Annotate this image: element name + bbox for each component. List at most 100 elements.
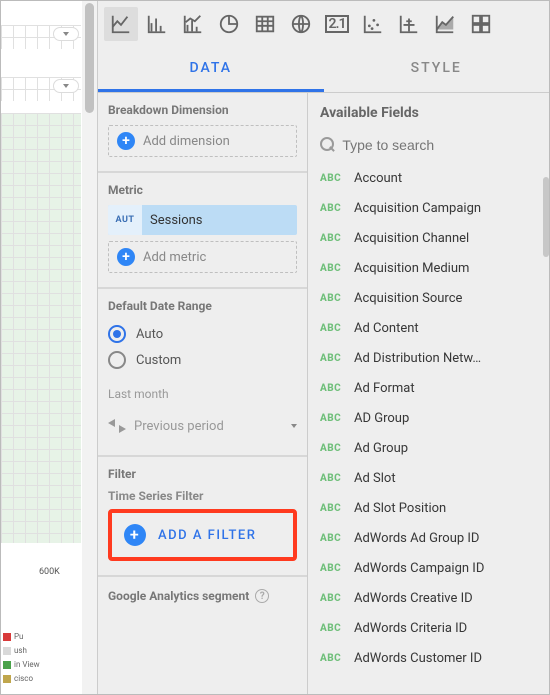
widget-menu[interactable] [53,27,79,41]
metric-name: Sessions [142,213,211,228]
field-item[interactable]: ABC AdWords Customer ID [308,643,543,673]
add-metric-button[interactable]: + Add metric [108,241,297,273]
legend-item: ush [1,644,81,658]
chart-type-bar[interactable] [140,7,174,41]
radio-auto[interactable]: Auto [108,321,297,347]
bullet-icon [398,13,420,35]
field-item[interactable]: ABCAccount [308,163,543,193]
field-item[interactable]: ABCAd Slot Position [308,493,543,523]
field-name: Acquisition Channel [354,231,469,246]
radio-label: Auto [136,327,163,342]
widget-menu[interactable] [53,79,79,93]
field-item[interactable]: ABCAcquisition Channel [308,223,543,253]
chart-type-pie[interactable] [212,7,246,41]
field-item[interactable]: ABC Acquisition Medium [308,253,543,283]
comparison-select[interactable]: Previous period [108,411,297,441]
field-type-badge: ABC [320,203,344,214]
add-filter-button[interactable]: + ADD A FILTER [116,517,289,553]
chart-type-area[interactable] [428,7,462,41]
radio-icon [108,325,126,343]
section-title: Filter [108,467,297,481]
field-name: Acquisition Source [354,291,462,306]
chart-type-bullet[interactable] [392,7,426,41]
field-type-badge: ABC [320,563,344,574]
tab-style[interactable]: STYLE [324,47,550,92]
filter-subtitle: Time Series Filter [108,489,297,503]
chevron-down-icon [63,32,69,36]
field-search-input[interactable] [342,137,537,153]
legend-label: Pu [14,630,23,644]
field-search[interactable] [308,127,549,163]
scorecard-icon: 2.1 [325,15,350,33]
field-item[interactable]: ABCAdWords Campaign ID [308,553,543,583]
chart-type-scatter[interactable] [356,7,390,41]
canvas-scrollbar[interactable] [82,1,98,694]
radio-icon [108,351,126,369]
chart-type-scorecard[interactable]: 2.1 [320,7,354,41]
legend-swatch [3,661,11,669]
field-name: Ad Slot Position [354,501,446,516]
field-name: Acquisition Campaign [354,201,481,216]
field-name: AD Group [354,411,409,426]
field-type-badge: ABC [320,323,344,334]
field-type-badge: ABC [320,263,344,274]
field-item[interactable]: ABCAd Format [308,373,543,403]
field-name: AdWords Customer ID [354,651,482,666]
bar-icon [146,13,168,35]
chart-type-geo[interactable] [284,7,318,41]
field-type-badge: ABC [320,413,344,424]
field-item[interactable]: ABC AD Group [308,403,543,433]
field-item[interactable]: ABC AdWords Ad Group ID [308,523,543,553]
field-name: AdWords Criteria ID [354,621,467,636]
field-name: AdWords Ad Group ID [354,531,479,546]
chart-type-pivot[interactable] [464,7,498,41]
section-ga-segment: Google Analytics segment ? [98,577,307,603]
chart-type-combo[interactable] [176,7,210,41]
field-item[interactable]: ABC Ad Distribution Netw… [308,343,543,373]
section-date-range: Default Date Range Auto Custom Last mont… [98,289,307,457]
pivot-icon [470,13,492,35]
chart-type-time-series[interactable] [104,7,138,41]
field-item[interactable]: ABCAcquisition Source [308,283,543,313]
metric-type-badge: AUT [108,205,142,235]
metric-chip-sessions[interactable]: AUT Sessions [108,205,297,235]
area-icon [434,13,456,35]
field-name: Ad Slot [354,471,396,486]
field-type-badge: ABC [320,653,344,664]
pie-icon [218,13,240,35]
field-item[interactable]: ABCAd Group [308,433,543,463]
field-item[interactable]: ABCAdWords Creative ID [308,583,543,613]
legend-item: in View [1,658,81,672]
date-range-summary: Last month [108,387,297,401]
chart-type-table[interactable] [248,7,282,41]
available-fields-column: Available Fields ABCAccountABCAcquisitio… [308,93,549,694]
field-list-scrollbar[interactable] [543,177,549,257]
field-name: Ad Distribution Netw… [354,351,481,366]
add-metric-label: Add metric [143,250,206,265]
field-type-badge: ABC [320,473,344,484]
add-dimension-button[interactable]: + Add dimension [108,125,297,157]
field-type-badge: ABC [320,443,344,454]
axis-tick-label: 600K [39,567,60,577]
section-filter: Filter Time Series Filter + ADD A FILTER [98,457,307,577]
report-canvas-preview: 600K Puushin Viewcisco [1,1,81,694]
help-icon[interactable]: ? [255,589,269,603]
tab-data[interactable]: DATA [98,47,324,92]
scrollbar-thumb[interactable] [85,3,94,113]
legend-swatch [3,633,11,641]
field-item[interactable]: ABCAdWords Criteria ID [308,613,543,643]
radio-label: Custom [136,353,181,368]
plus-icon: + [117,132,135,150]
field-type-badge: ABC [320,593,344,604]
legend-swatch [3,675,11,683]
field-type-badge: ABC [320,353,344,364]
field-item[interactable]: ABC Ad Slot [308,463,543,493]
field-item[interactable]: ABC Acquisition Campaign [308,193,543,223]
field-name: Acquisition Medium [354,261,469,276]
radio-custom[interactable]: Custom [108,347,297,373]
legend-label: cisco [14,672,33,686]
section-title: Default Date Range [108,299,297,313]
field-type-badge: ABC [320,533,344,544]
field-item[interactable]: ABCAd Content [308,313,543,343]
combo-icon [182,13,204,35]
